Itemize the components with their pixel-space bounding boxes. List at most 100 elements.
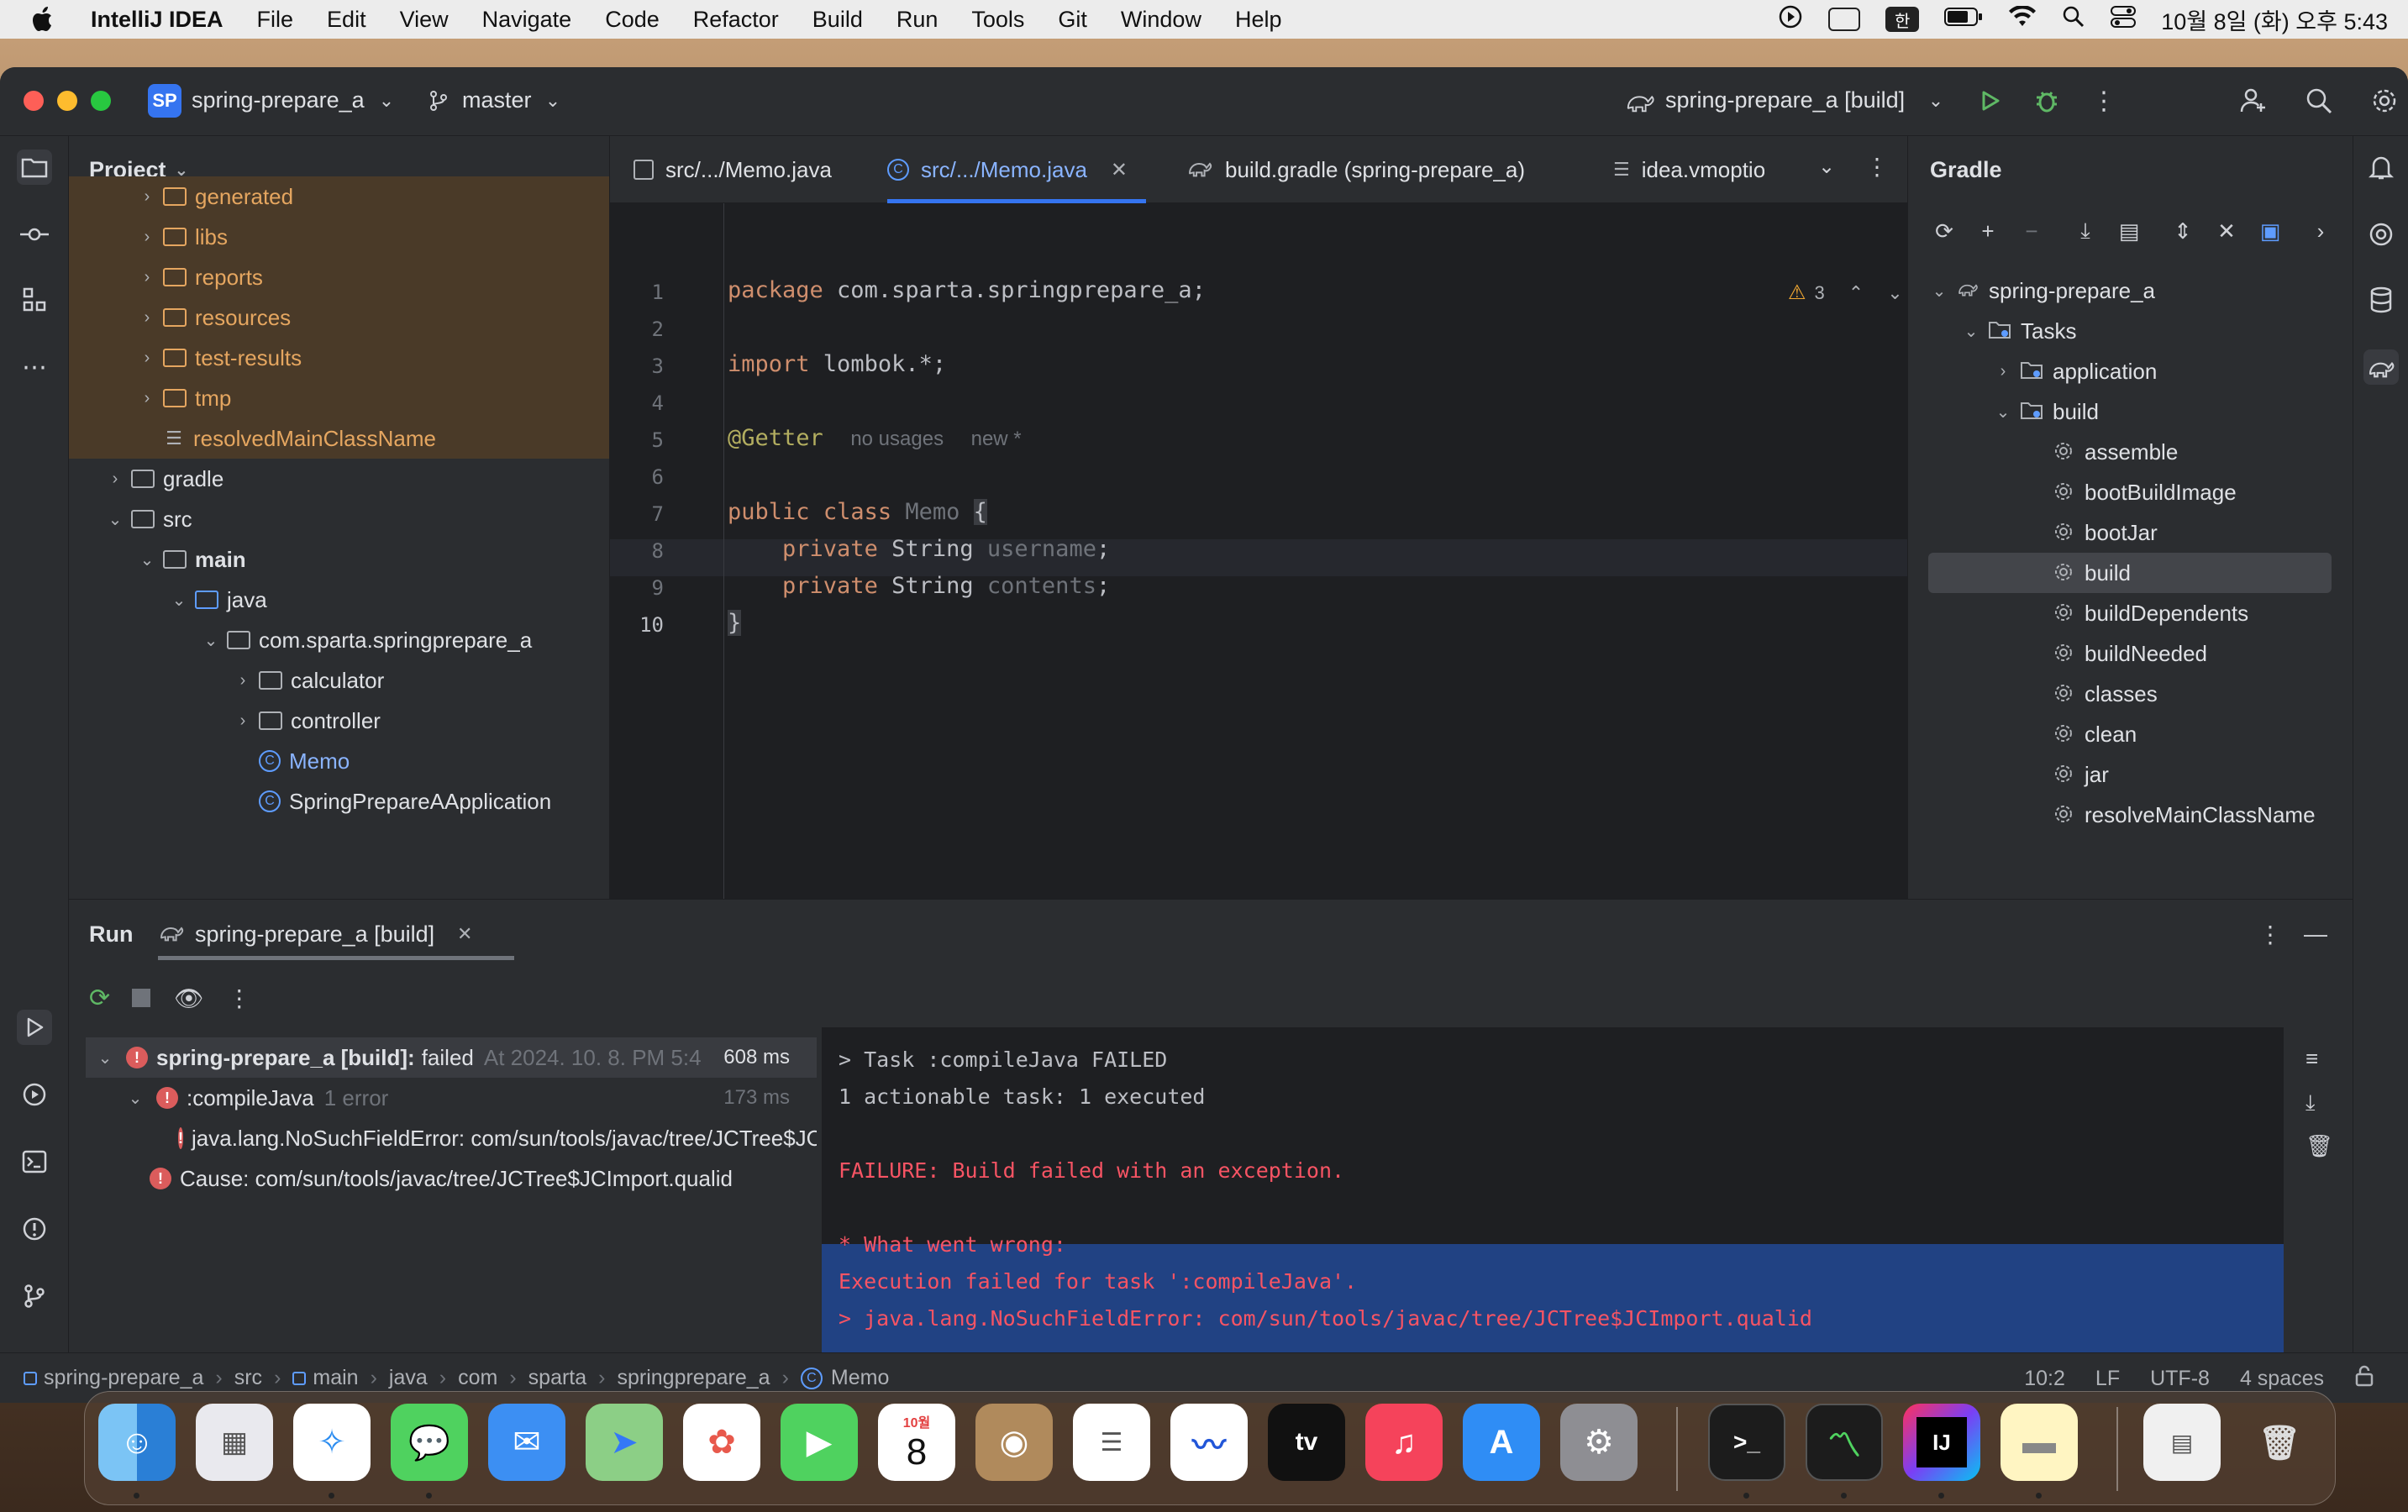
chevron-down-icon[interactable]: ⌄ <box>1921 86 1951 116</box>
chevron-down-icon[interactable]: ⌄ <box>1930 281 1948 302</box>
tab-options-icon[interactable]: ⋮ <box>1865 153 1889 181</box>
options-icon[interactable]: ⋮ <box>2258 921 2282 948</box>
facetime-icon[interactable]: ▶ <box>781 1404 858 1481</box>
chevron-right-icon[interactable]: › <box>2306 217 2335 245</box>
tree-item[interactable]: › reports <box>69 257 609 297</box>
menu-help[interactable]: Help <box>1235 7 1282 33</box>
gradle-tree-item[interactable]: ⌄ build <box>1908 391 2353 432</box>
contacts-icon[interactable]: ◉ <box>975 1404 1053 1481</box>
structure-icon[interactable] <box>17 282 52 318</box>
breadcrumb-item[interactable]: main <box>313 1366 358 1390</box>
tabs-overflow-chevron-icon[interactable]: ⌄ <box>1818 155 1835 179</box>
music-icon[interactable]: ♫ <box>1365 1404 1443 1481</box>
minimize-panel-icon[interactable]: — <box>2304 921 2327 948</box>
tree-item[interactable]: ⌄ com.sparta.springprepare_a <box>69 620 609 660</box>
minimize-window-button[interactable] <box>57 91 77 111</box>
apple-menu-icon[interactable] <box>30 6 57 33</box>
play-status-icon[interactable] <box>1778 4 1803 35</box>
tab-memo-java-active[interactable]: C src/.../Memo.java ✕ <box>887 136 1146 203</box>
chevron-down-icon[interactable]: ⌄ <box>202 630 220 651</box>
menu-code[interactable]: Code <box>605 7 660 33</box>
chevron-right-icon[interactable]: › <box>1994 362 2012 381</box>
close-tab-icon[interactable]: ✕ <box>1111 158 1128 182</box>
more-actions-icon[interactable]: ⋮ <box>228 984 251 1012</box>
gradle-tree-item[interactable]: ⌄ Tasks <box>1908 311 2353 351</box>
photos-icon[interactable]: ✿ <box>683 1404 760 1481</box>
search-icon[interactable] <box>2304 86 2334 116</box>
run-icon[interactable] <box>1974 86 2005 116</box>
chevron-right-icon[interactable]: › <box>234 711 252 731</box>
ai-assistant-icon[interactable] <box>2363 217 2399 252</box>
chevron-right-icon[interactable]: › <box>138 268 156 287</box>
group-modules-icon[interactable]: ▣ <box>2256 217 2284 245</box>
reload-icon[interactable]: ⟳ <box>1930 217 1958 245</box>
execute-task-icon[interactable]: ▤ <box>2115 217 2143 245</box>
finder-icon[interactable]: ☺ <box>98 1404 176 1481</box>
menu-build[interactable]: Build <box>812 7 863 33</box>
tree-item[interactable]: ⌄ src <box>69 499 609 539</box>
calendar-icon[interactable]: 10월 8 <box>878 1404 955 1481</box>
menu-refactor[interactable]: Refactor <box>693 7 779 33</box>
tree-item[interactable]: › test-results <box>69 338 609 378</box>
chevron-down-icon[interactable]: ⌄ <box>1994 402 2012 423</box>
tab-build-gradle[interactable]: build.gradle (spring-prepare_a) <box>1186 136 1525 203</box>
terminal-app-icon[interactable]: >_ <box>1708 1404 1785 1481</box>
more-actions-icon[interactable]: ⋮ <box>2089 86 2119 116</box>
notifications-bell-icon[interactable] <box>2363 150 2399 185</box>
spotlight-search-icon[interactable] <box>2062 5 2085 34</box>
download-icon[interactable]: ⤓ <box>2071 217 2100 245</box>
line-separator[interactable]: LF <box>2095 1367 2120 1391</box>
maps-icon[interactable]: ➤ <box>586 1404 663 1481</box>
project-badge[interactable]: SP <box>148 84 181 118</box>
trash-can-icon[interactable]: 🗑 <box>2241 1404 2318 1481</box>
input-method-indicator[interactable]: 한 <box>1885 7 1920 32</box>
chevron-right-icon[interactable]: › <box>138 308 156 328</box>
services-icon[interactable] <box>17 1077 52 1112</box>
problems-icon[interactable] <box>17 1211 52 1247</box>
stop-icon[interactable] <box>132 989 151 1007</box>
inspection-widget[interactable]: ⚠ 3 ⌃ ⌄ <box>1788 281 1903 305</box>
gradle-tree-item[interactable]: clean <box>1908 714 2353 754</box>
menu-tools[interactable]: Tools <box>971 7 1024 33</box>
launchpad-icon[interactable]: ▦ <box>196 1404 273 1481</box>
chevron-down-icon[interactable]: ⌄ <box>96 1047 114 1068</box>
debug-icon[interactable] <box>2032 86 2062 116</box>
breadcrumb-item[interactable]: sparta <box>528 1366 586 1390</box>
soft-wrap-icon[interactable]: ≡ <box>2305 1046 2318 1072</box>
tree-item[interactable]: › resources <box>69 297 609 338</box>
scroll-to-end-icon[interactable]: ⤓ <box>2305 1089 2316 1116</box>
run-tool-icon[interactable] <box>17 1010 52 1045</box>
gradle-tree-item[interactable]: bootBuildImage <box>1908 472 2353 512</box>
downloads-stack-icon[interactable]: ▤ <box>2143 1404 2221 1481</box>
mail-icon[interactable]: ✉ <box>488 1404 565 1481</box>
gradle-tree-item[interactable]: classes <box>1908 674 2353 714</box>
tree-item[interactable]: ⌄ main <box>69 539 609 580</box>
file-encoding[interactable]: UTF-8 <box>2150 1367 2210 1391</box>
run-tab-build[interactable]: spring-prepare_a [build] ✕ <box>158 900 514 969</box>
add-user-icon[interactable] <box>2238 86 2269 116</box>
gradle-elephant-icon[interactable] <box>2363 349 2399 385</box>
chevron-down-icon[interactable]: ⌄ <box>371 86 402 116</box>
git-icon[interactable] <box>17 1278 52 1314</box>
chevron-right-icon[interactable]: › <box>138 187 156 207</box>
chevron-right-icon[interactable]: › <box>234 671 252 690</box>
build-result-item[interactable]: ⌄! spring-prepare_a [build]: failed At 2024… <box>86 1037 817 1078</box>
messages-icon[interactable]: 💬 <box>391 1404 468 1481</box>
menubar-clock[interactable]: 10월 8일 (화) 오후 5:43 <box>2161 3 2388 36</box>
gradle-tree-item[interactable]: ⌄ spring-prepare_a <box>1908 270 2353 311</box>
expand-all-icon[interactable]: ⇕ <box>2169 217 2197 245</box>
tree-item[interactable]: › gradle <box>69 459 609 499</box>
chevron-up-icon[interactable]: ⌃ <box>1848 282 1864 304</box>
lock-icon[interactable] <box>2354 1365 2374 1393</box>
commit-icon[interactable] <box>17 217 52 252</box>
chevron-down-icon[interactable]: ⌄ <box>1887 282 1902 304</box>
tree-item[interactable]: › calculator <box>69 660 609 701</box>
wifi-icon[interactable] <box>2008 4 2037 34</box>
safari-icon[interactable]: ✧ <box>293 1404 371 1481</box>
tree-item[interactable]: › controller <box>69 701 609 741</box>
run-configuration-selector[interactable]: spring-prepare_a [build] <box>1665 87 1905 113</box>
chevron-down-icon[interactable]: ⌄ <box>138 549 156 570</box>
remove-icon[interactable]: − <box>2017 217 2046 245</box>
build-result-item[interactable]: ! Cause: com/sun/tools/javac/tree/JCTree$… <box>86 1158 817 1199</box>
freeform-icon[interactable]: 〰 <box>1170 1404 1248 1481</box>
